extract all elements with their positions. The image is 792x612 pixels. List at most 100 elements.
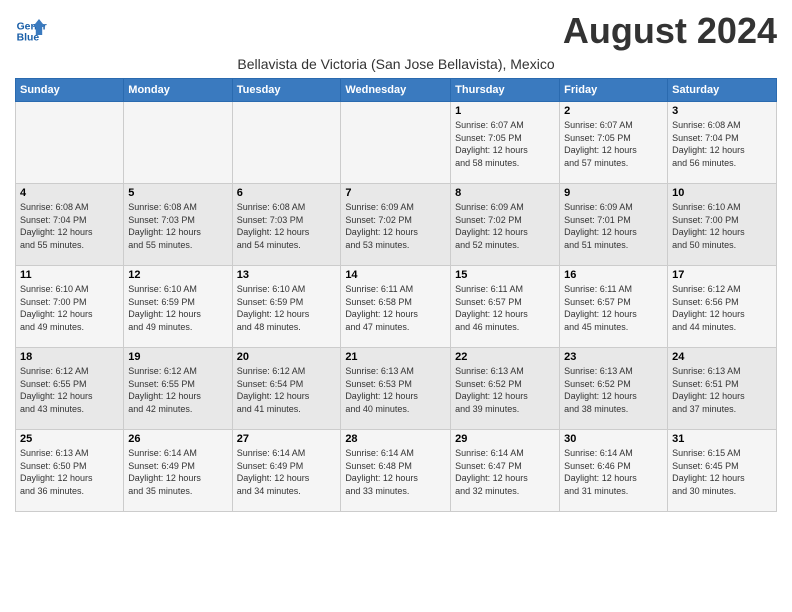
cell-w1-d2	[232, 102, 341, 184]
cell-w1-d4: 1 Sunrise: 6:07 AM Sunset: 7:05 PM Daylig…	[451, 102, 560, 184]
cell-w2-d2: 6 Sunrise: 6:08 AM Sunset: 7:03 PM Daylig…	[232, 184, 341, 266]
day-number: 10	[672, 187, 772, 199]
header: General Blue August 2024	[15, 10, 777, 52]
day-info: Sunrise: 6:08 AM Sunset: 7:03 PM Dayligh…	[237, 201, 337, 251]
cell-w4-d4: 22Sunrise: 6:13 AM Sunset: 6:52 PM Dayli…	[451, 348, 560, 430]
day-number: 15	[455, 269, 555, 281]
col-tuesday: Tuesday	[232, 79, 341, 102]
day-info: Sunrise: 6:15 AM Sunset: 6:45 PM Dayligh…	[672, 447, 772, 497]
cell-w4-d1: 19 Sunrise: 6:12 AM Sunset: 6:55 PM Dayli…	[124, 348, 232, 430]
day-info: Sunrise: 6:14 AM Sunset: 6:47 PM Dayligh…	[455, 447, 555, 497]
col-thursday: Thursday	[451, 79, 560, 102]
day-number: 7	[345, 187, 446, 199]
calendar-body: 1 Sunrise: 6:07 AM Sunset: 7:05 PM Daylig…	[16, 102, 777, 512]
day-number: 18	[20, 351, 119, 363]
day-number: 24	[672, 351, 772, 363]
cell-w3-d1: 12Sunrise: 6:10 AM Sunset: 6:59 PM Dayli…	[124, 266, 232, 348]
week-row-4: 18 Sunrise: 6:12 AM Sunset: 6:55 PM Dayli…	[16, 348, 777, 430]
cell-w2-d6: 10 Sunrise: 6:10 AM Sunset: 7:00 PM Dayli…	[668, 184, 777, 266]
day-number: 30	[564, 433, 663, 445]
day-number: 31	[672, 433, 772, 445]
cell-w5-d4: 29 Sunrise: 6:14 AM Sunset: 6:47 PM Dayli…	[451, 430, 560, 512]
day-number: 13	[237, 269, 337, 281]
month-title: August 2024	[563, 10, 777, 52]
day-number: 3	[672, 105, 772, 117]
day-number: 29	[455, 433, 555, 445]
main-container: General Blue August 2024 Bellavista de V…	[0, 0, 792, 522]
day-info: Sunrise: 6:08 AM Sunset: 7:04 PM Dayligh…	[20, 201, 119, 251]
day-info: Sunrise: 6:14 AM Sunset: 6:49 PM Dayligh…	[128, 447, 227, 497]
day-info: Sunrise: 6:12 AM Sunset: 6:56 PM Dayligh…	[672, 283, 772, 333]
day-number: 16	[564, 269, 663, 281]
day-info: Sunrise: 6:08 AM Sunset: 7:03 PM Dayligh…	[128, 201, 227, 251]
day-number: 1	[455, 105, 555, 117]
col-sunday: Sunday	[16, 79, 124, 102]
day-number: 20	[237, 351, 337, 363]
cell-w2-d0: 4 Sunrise: 6:08 AM Sunset: 7:04 PM Daylig…	[16, 184, 124, 266]
cell-w3-d0: 11Sunrise: 6:10 AM Sunset: 7:00 PM Dayli…	[16, 266, 124, 348]
day-info: Sunrise: 6:08 AM Sunset: 7:04 PM Dayligh…	[672, 119, 772, 169]
week-row-5: 25 Sunrise: 6:13 AM Sunset: 6:50 PM Dayli…	[16, 430, 777, 512]
day-info: Sunrise: 6:13 AM Sunset: 6:52 PM Dayligh…	[455, 365, 555, 415]
day-number: 5	[128, 187, 227, 199]
day-info: Sunrise: 6:12 AM Sunset: 6:54 PM Dayligh…	[237, 365, 337, 415]
day-number: 8	[455, 187, 555, 199]
cell-w4-d5: 23 Sunrise: 6:13 AM Sunset: 6:52 PM Dayli…	[560, 348, 668, 430]
day-number: 6	[237, 187, 337, 199]
cell-w4-d0: 18 Sunrise: 6:12 AM Sunset: 6:55 PM Dayli…	[16, 348, 124, 430]
cell-w2-d5: 9Sunrise: 6:09 AM Sunset: 7:01 PM Daylig…	[560, 184, 668, 266]
cell-w1-d5: 2 Sunrise: 6:07 AM Sunset: 7:05 PM Daylig…	[560, 102, 668, 184]
cell-w1-d6: 3 Sunrise: 6:08 AM Sunset: 7:04 PM Daylig…	[668, 102, 777, 184]
cell-w5-d1: 26 Sunrise: 6:14 AM Sunset: 6:49 PM Dayli…	[124, 430, 232, 512]
day-number: 11	[20, 269, 119, 281]
day-info: Sunrise: 6:09 AM Sunset: 7:02 PM Dayligh…	[455, 201, 555, 251]
cell-w1-d0	[16, 102, 124, 184]
day-info: Sunrise: 6:07 AM Sunset: 7:05 PM Dayligh…	[455, 119, 555, 169]
cell-w1-d1	[124, 102, 232, 184]
day-info: Sunrise: 6:14 AM Sunset: 6:46 PM Dayligh…	[564, 447, 663, 497]
day-number: 23	[564, 351, 663, 363]
day-info: Sunrise: 6:13 AM Sunset: 6:51 PM Dayligh…	[672, 365, 772, 415]
cell-w3-d2: 13 Sunrise: 6:10 AM Sunset: 6:59 PM Dayli…	[232, 266, 341, 348]
day-info: Sunrise: 6:09 AM Sunset: 7:02 PM Dayligh…	[345, 201, 446, 251]
col-wednesday: Wednesday	[341, 79, 451, 102]
day-info: Sunrise: 6:13 AM Sunset: 6:52 PM Dayligh…	[564, 365, 663, 415]
day-number: 21	[345, 351, 446, 363]
day-number: 25	[20, 433, 119, 445]
day-number: 28	[345, 433, 446, 445]
day-number: 12	[128, 269, 227, 281]
col-monday: Monday	[124, 79, 232, 102]
day-info: Sunrise: 6:10 AM Sunset: 7:00 PM Dayligh…	[672, 201, 772, 251]
cell-w4-d3: 21Sunrise: 6:13 AM Sunset: 6:53 PM Dayli…	[341, 348, 451, 430]
cell-w5-d3: 28Sunrise: 6:14 AM Sunset: 6:48 PM Dayli…	[341, 430, 451, 512]
week-row-2: 4 Sunrise: 6:08 AM Sunset: 7:04 PM Daylig…	[16, 184, 777, 266]
day-number: 26	[128, 433, 227, 445]
day-info: Sunrise: 6:11 AM Sunset: 6:58 PM Dayligh…	[345, 283, 446, 333]
day-number: 17	[672, 269, 772, 281]
week-row-1: 1 Sunrise: 6:07 AM Sunset: 7:05 PM Daylig…	[16, 102, 777, 184]
location-title: Bellavista de Victoria (San Jose Bellavi…	[15, 56, 777, 72]
cell-w2-d3: 7 Sunrise: 6:09 AM Sunset: 7:02 PM Daylig…	[341, 184, 451, 266]
day-info: Sunrise: 6:12 AM Sunset: 6:55 PM Dayligh…	[20, 365, 119, 415]
cell-w5-d0: 25 Sunrise: 6:13 AM Sunset: 6:50 PM Dayli…	[16, 430, 124, 512]
day-info: Sunrise: 6:09 AM Sunset: 7:01 PM Dayligh…	[564, 201, 663, 251]
day-info: Sunrise: 6:07 AM Sunset: 7:05 PM Dayligh…	[564, 119, 663, 169]
col-friday: Friday	[560, 79, 668, 102]
cell-w4-d2: 20 Sunrise: 6:12 AM Sunset: 6:54 PM Dayli…	[232, 348, 341, 430]
cell-w3-d3: 14Sunrise: 6:11 AM Sunset: 6:58 PM Dayli…	[341, 266, 451, 348]
day-number: 2	[564, 105, 663, 117]
day-info: Sunrise: 6:13 AM Sunset: 6:50 PM Dayligh…	[20, 447, 119, 497]
col-saturday: Saturday	[668, 79, 777, 102]
day-number: 19	[128, 351, 227, 363]
day-info: Sunrise: 6:14 AM Sunset: 6:49 PM Dayligh…	[237, 447, 337, 497]
logo: General Blue	[15, 15, 51, 47]
calendar-table: Sunday Monday Tuesday Wednesday Thursday…	[15, 78, 777, 512]
header-row: Sunday Monday Tuesday Wednesday Thursday…	[16, 79, 777, 102]
cell-w3-d6: 17 Sunrise: 6:12 AM Sunset: 6:56 PM Dayli…	[668, 266, 777, 348]
cell-w2-d4: 8 Sunrise: 6:09 AM Sunset: 7:02 PM Daylig…	[451, 184, 560, 266]
day-info: Sunrise: 6:10 AM Sunset: 6:59 PM Dayligh…	[237, 283, 337, 333]
day-number: 4	[20, 187, 119, 199]
day-info: Sunrise: 6:11 AM Sunset: 6:57 PM Dayligh…	[455, 283, 555, 333]
day-number: 27	[237, 433, 337, 445]
day-info: Sunrise: 6:12 AM Sunset: 6:55 PM Dayligh…	[128, 365, 227, 415]
